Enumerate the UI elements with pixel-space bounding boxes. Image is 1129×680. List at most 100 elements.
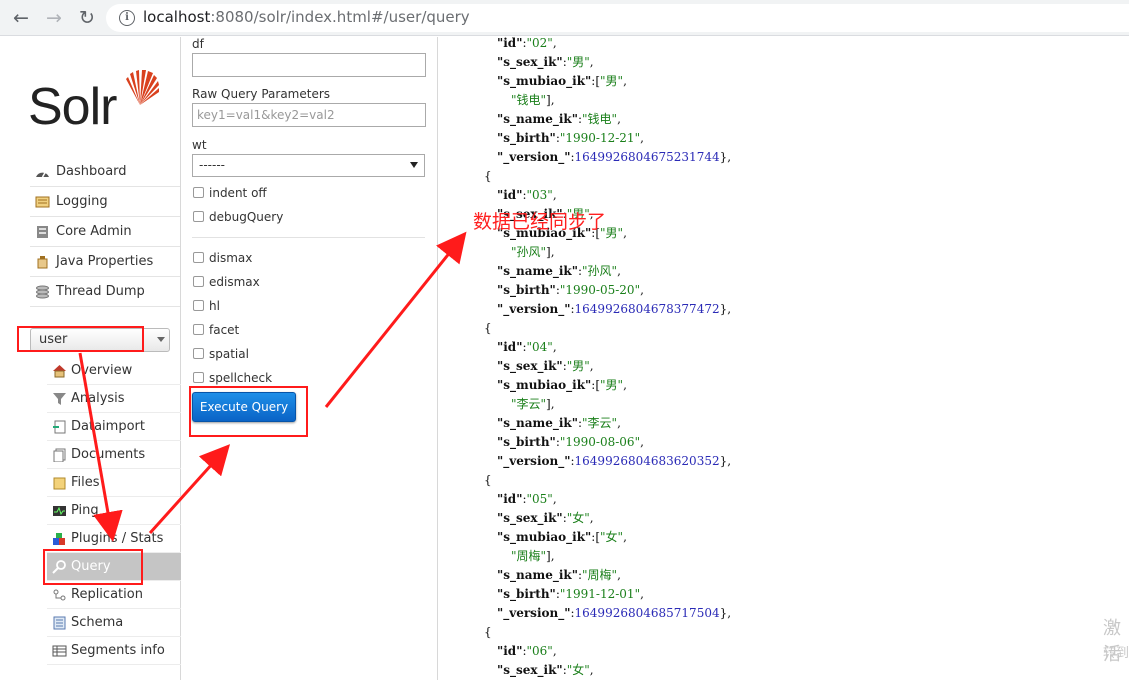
- json-key: "id": [497, 188, 523, 202]
- import-icon: [53, 420, 66, 434]
- json-key: "id": [497, 340, 523, 354]
- checkbox-box[interactable]: [193, 252, 204, 263]
- url-path: :8080/solr/index.html#/user/query: [210, 8, 470, 26]
- json-field-mubiao-cont: "钱电"],: [511, 91, 555, 110]
- menu-logging[interactable]: Logging: [30, 187, 180, 217]
- core-menu-files[interactable]: Files: [47, 469, 181, 497]
- json-string: "男": [566, 359, 590, 373]
- core-menu-ping[interactable]: Ping: [47, 497, 181, 525]
- core-menu-schema-label: Schema: [71, 615, 124, 630]
- checkbox-box[interactable]: [193, 372, 204, 383]
- raw-query-params-input[interactable]: key1=val1&key2=val2: [192, 103, 426, 127]
- json-field-version: "_version_":1649926804678377472},: [497, 300, 731, 319]
- json-string: "女": [600, 530, 624, 544]
- json-key: "s_birth": [497, 131, 556, 145]
- wt-select[interactable]: ------: [192, 154, 425, 177]
- core-menu-overview[interactable]: Overview: [47, 357, 181, 385]
- json-punct: {: [484, 169, 492, 183]
- json-key: "s_sex_ik": [497, 511, 563, 525]
- json-punct: ],: [546, 245, 555, 259]
- core-menu-documents[interactable]: Documents: [47, 441, 181, 469]
- json-field-version: "_version_":1649926804675231744},: [497, 148, 731, 167]
- json-string: "钱电": [582, 112, 618, 126]
- wt-label: wt: [192, 138, 207, 152]
- annotation-box-execute: [189, 386, 308, 437]
- json-field-id: "id":"06",: [497, 642, 557, 661]
- checkbox-box[interactable]: [193, 276, 204, 287]
- core-menu-segments-info[interactable]: Segments info: [47, 637, 181, 665]
- checkbox-box[interactable]: [193, 324, 204, 335]
- json-punct: ,: [552, 492, 557, 506]
- core-menu-replication-label: Replication: [71, 587, 143, 602]
- menu-thread-dump[interactable]: Thread Dump: [30, 277, 180, 307]
- json-key: "s_name_ik": [497, 112, 578, 126]
- df-input[interactable]: [192, 53, 426, 77]
- core-menu-documents-label: Documents: [71, 447, 146, 462]
- json-field-sex: "s_sex_ik":"女",: [497, 661, 594, 680]
- core-menu-replication[interactable]: Replication: [47, 581, 181, 609]
- json-field-version: "_version_":1649926804685717504},: [497, 604, 731, 623]
- json-key: "_version_": [497, 302, 571, 316]
- json-key: "s_name_ik": [497, 568, 578, 582]
- spellcheck-label: spellcheck: [209, 371, 273, 385]
- json-key: "s_mubiao_ik": [497, 378, 592, 392]
- url-host: localhost: [143, 8, 211, 26]
- core-menu-dataimport[interactable]: Dataimport: [47, 413, 181, 441]
- menu-core-admin[interactable]: Core Admin: [30, 217, 180, 247]
- checkbox-box[interactable]: [193, 348, 204, 359]
- url-text[interactable]: localhost:8080/solr/index.html#/user/que…: [143, 8, 470, 26]
- json-field-birth: "s_birth":"1991-12-01",: [497, 585, 644, 604]
- core-menu-files-label: Files: [71, 475, 100, 490]
- funnel-icon: [53, 393, 66, 405]
- core-menu-schema[interactable]: Schema: [47, 609, 181, 637]
- menu-core-admin-label: Core Admin: [56, 224, 132, 239]
- checkbox-box[interactable]: [193, 300, 204, 311]
- json-key: "s_name_ik": [497, 416, 578, 430]
- java-icon: [37, 256, 48, 269]
- json-punct: ],: [546, 397, 555, 411]
- query-result: "id":"02", "s_sex_ik":"男", "s_mubiao_ik":[…: [439, 36, 1129, 680]
- json-key: "s_name_ik": [497, 264, 578, 278]
- json-punct: ,: [617, 416, 621, 430]
- json-punct: {: [484, 625, 492, 639]
- json-open-brace: {: [484, 319, 492, 338]
- checkbox-box[interactable]: [193, 187, 204, 198]
- forward-arrow-icon[interactable]: →: [42, 6, 66, 30]
- json-punct: ,: [589, 359, 594, 373]
- address-bar[interactable]: i localhost:8080/solr/index.html#/user/q…: [106, 4, 1129, 32]
- json-field-id: "id":"05",: [497, 490, 557, 509]
- json-string: "女": [566, 663, 590, 677]
- menu-java-properties[interactable]: Java Properties: [30, 247, 180, 277]
- menu-logging-label: Logging: [56, 194, 108, 209]
- json-punct: ,: [640, 131, 644, 145]
- annotation-box-query: [43, 549, 143, 585]
- segments-icon: [52, 645, 67, 657]
- json-string: "孙风": [582, 264, 618, 278]
- info-icon[interactable]: i: [119, 10, 135, 26]
- json-punct: ],: [546, 93, 555, 107]
- json-punct: },: [719, 606, 732, 620]
- reload-icon[interactable]: ↻: [75, 6, 99, 30]
- json-key: "s_sex_ik": [497, 55, 563, 69]
- json-punct: ,: [640, 435, 644, 449]
- checkbox-box[interactable]: [193, 211, 204, 222]
- json-punct: ],: [546, 549, 555, 563]
- hl-label: hl: [209, 299, 220, 313]
- json-number: 1649926804675231744: [574, 150, 720, 164]
- json-punct: ,: [617, 568, 621, 582]
- core-menu-analysis[interactable]: Analysis: [47, 385, 181, 413]
- json-field-mubiao-cont: "周梅"],: [511, 547, 555, 566]
- menu-dashboard[interactable]: Dashboard: [30, 157, 180, 187]
- solr-logo[interactable]: Solr: [28, 67, 168, 137]
- json-punct: ,: [623, 74, 627, 88]
- json-string: "1990-08-06": [559, 435, 641, 449]
- json-punct: ,: [589, 663, 594, 677]
- json-string: "1990-12-21": [559, 131, 641, 145]
- json-field-version: "_version_":1649926804683620352},: [497, 452, 731, 471]
- json-key: "s_sex_ik": [497, 359, 563, 373]
- indent-off-label: indent off: [209, 186, 267, 200]
- json-punct: ,: [552, 340, 557, 354]
- back-arrow-icon[interactable]: ←: [9, 6, 33, 30]
- core-menu-dataimport-label: Dataimport: [71, 419, 145, 434]
- plugins-icon: [53, 533, 65, 545]
